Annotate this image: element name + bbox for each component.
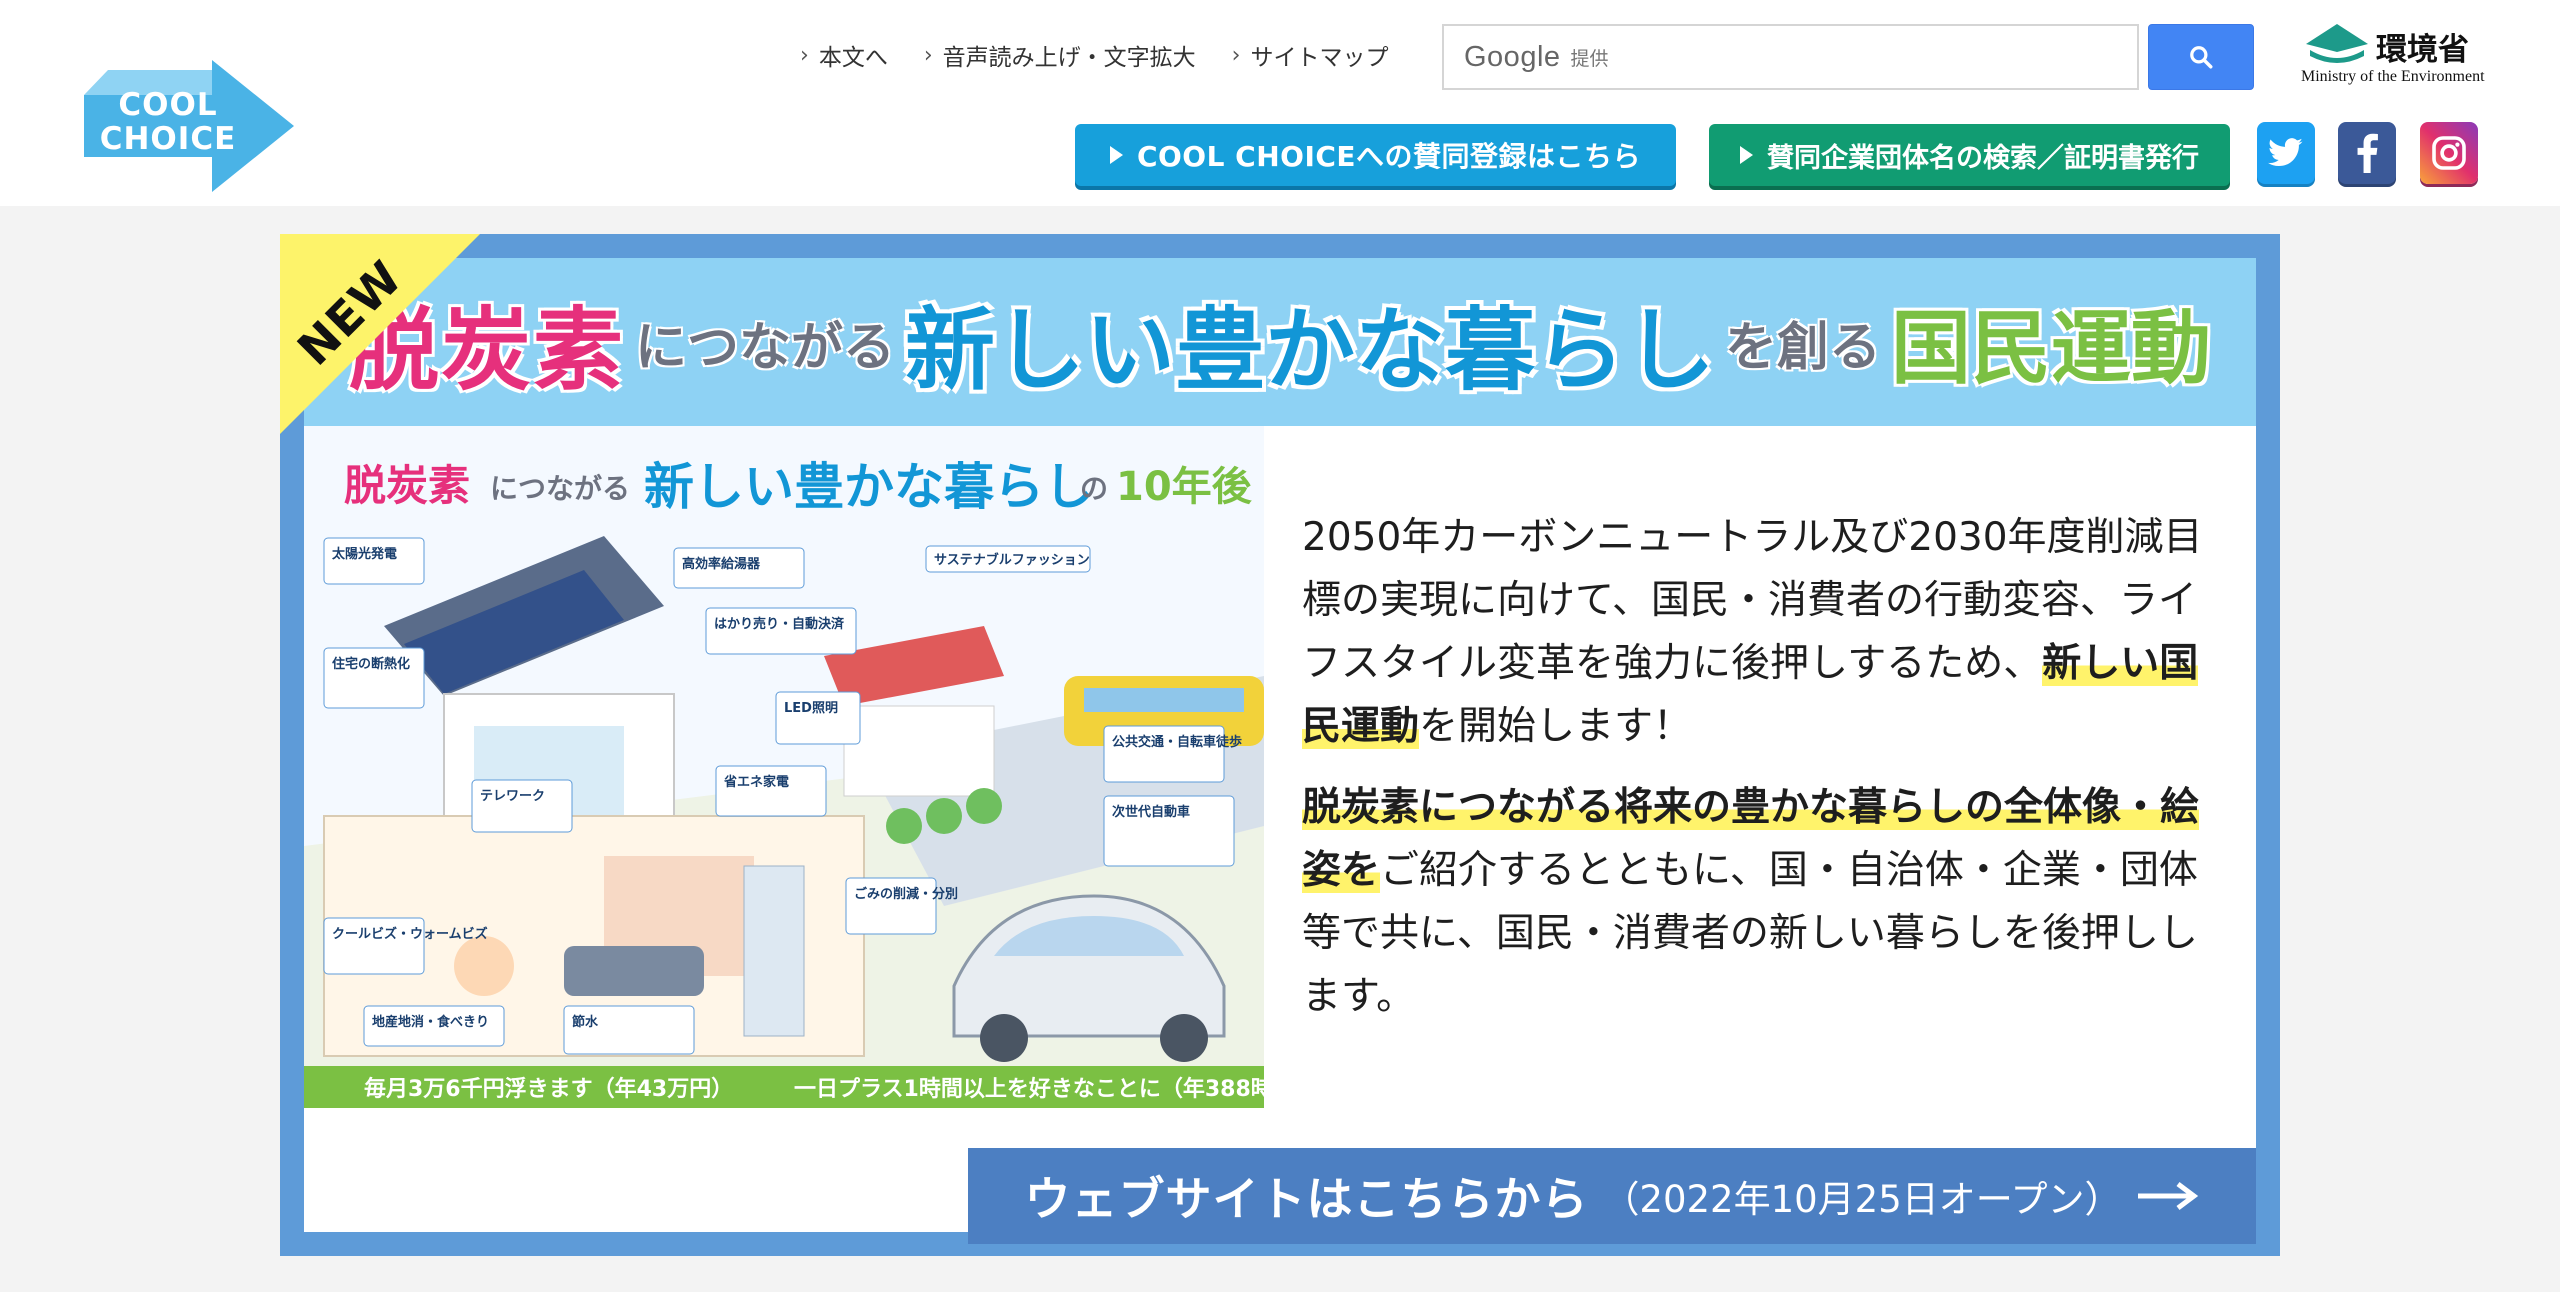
headline-part-connect: につながる	[634, 317, 895, 378]
illus-label: テレワーク	[480, 789, 545, 804]
illus-label: 高効率給湯器	[682, 556, 761, 572]
search-button[interactable]	[2148, 24, 2254, 90]
cool-choice-logo[interactable]: COOL CHOICE	[84, 60, 294, 192]
ministry-logo[interactable]: 環境省 Ministry of the Environment	[2300, 22, 2490, 88]
lifestyle-illustration-image: 脱炭素 につながる 新しい豊かな暮らし の 10年後 太陽光発電 住宅の断熱化 …	[304, 426, 1264, 1108]
campaign-description: 2050年カーボンニュートラル及び2030年度削減目標の実現に向けて、国民・消費…	[1302, 506, 2230, 1028]
chevron-right-icon: ›	[923, 42, 933, 68]
instagram-link[interactable]	[2420, 122, 2478, 184]
description-paragraph-1: 2050年カーボンニュートラル及び2030年度削減目標の実現に向けて、国民・消費…	[1302, 515, 2203, 749]
campaign-banner[interactable]: 脱炭素 につながる 新しい豊かな暮らし を創る 国民運動 脱炭素 につながる 新…	[280, 234, 2280, 1256]
illus-footer-savings: 毎月3万6千円浮きます（年43万円）	[364, 1076, 733, 1102]
future-lifestyle-illustration: 脱炭素 につながる 新しい豊かな暮らし の 10年後 太陽光発電 住宅の断熱化 …	[304, 426, 1264, 1108]
visit-website-button[interactable]: ウェブサイトはこちらから （2022年10月25日オープン）	[968, 1148, 2256, 1244]
provided-by-label: 提供	[1570, 47, 1609, 70]
facebook-icon	[2357, 133, 2378, 173]
util-link-label: 音声読み上げ・文字拡大	[942, 45, 1196, 71]
illus-title-new-life: 新しい豊かな暮らし	[644, 458, 1094, 516]
illus-label: LED照明	[784, 701, 838, 716]
ministry-emblem-icon	[2306, 24, 2368, 63]
illus-title-decarbon: 脱炭素	[344, 461, 470, 510]
logo-line-1: COOL	[118, 87, 218, 123]
illus-label: ごみの削減・分別	[854, 886, 958, 902]
illus-label: 省エネ家電	[723, 774, 789, 790]
illus-label: 次世代自動車	[1112, 804, 1190, 820]
ministry-english-name: Ministry of the Environment	[2301, 68, 2485, 85]
util-link-accessibility[interactable]: › 音声読み上げ・文字拡大	[924, 38, 1196, 72]
twitter-link[interactable]	[2257, 122, 2315, 184]
support-registration-button[interactable]: COOL CHOICEへの賛同登録はこちら	[1075, 124, 1676, 186]
illus-label: クールビズ・ウォームビズ	[332, 926, 488, 942]
util-link-sitemap[interactable]: › サイトマップ	[1232, 38, 1389, 72]
headline-part-new-life: 新しい豊かな暮らし	[905, 298, 1715, 403]
arrow-right-icon	[2137, 1182, 2198, 1210]
ministry-name: 環境省	[2376, 32, 2469, 68]
search-input[interactable]: Google 提供	[1442, 24, 2139, 90]
illus-title-10-years: 10年後	[1116, 464, 1253, 510]
illus-title-connect: につながる	[490, 472, 630, 505]
utility-nav: › 本文へ › 音声読み上げ・文字拡大 › サイトマップ	[800, 38, 1388, 72]
org-search-certificate-button[interactable]: 賛同企業団体名の検索／証明書発行	[1709, 124, 2230, 186]
util-link-main-content[interactable]: › 本文へ	[800, 38, 888, 72]
illus-footer-time: 一日プラス1時間以上を好きなことに（年388時間）	[794, 1076, 1264, 1102]
campaign-headline: 脱炭素 につながる 新しい豊かな暮らし を創る 国民運動	[304, 258, 2256, 426]
search-icon	[2190, 46, 2213, 69]
illus-label: 太陽光発電	[331, 546, 397, 562]
illus-label: はかり売り・自動決済	[714, 616, 845, 632]
illus-title-no: の	[1080, 472, 1108, 505]
description-paragraph-2: 脱炭素につながる将来の豊かな暮らしの全体像・絵姿をご紹介するとともに、国・自治体…	[1302, 785, 2200, 1019]
chevron-right-icon: ›	[1231, 42, 1241, 68]
cta-open-date: （2022年10月25日オープン）	[1602, 1178, 2122, 1221]
util-link-label: サイトマップ	[1250, 45, 1389, 71]
org-search-certificate-label: 賛同企業団体名の検索／証明書発行	[1767, 142, 2199, 174]
util-link-label: 本文へ	[818, 45, 888, 71]
cta-main-label: ウェブサイトはこちらから	[1024, 1172, 1589, 1226]
illus-label: 住宅の断熱化	[332, 656, 410, 672]
play-triangle-icon	[1740, 146, 1753, 164]
facebook-link[interactable]	[2338, 122, 2396, 184]
site-header: COOL CHOICE › 本文へ › 音声読み上げ・文字拡大 › サイトマップ…	[0, 0, 2560, 206]
headline-part-movement: 国民運動	[1891, 302, 2212, 395]
illus-label: 地産地消・食べきり	[372, 1014, 489, 1030]
play-triangle-icon	[1109, 146, 1123, 164]
google-brand-label: Google	[1464, 40, 1561, 73]
illus-label: 公共交通・自転車徒歩	[1112, 734, 1242, 750]
chevron-right-icon: ›	[800, 42, 809, 68]
instagram-icon	[2432, 136, 2466, 170]
headline-part-create: を創る	[1725, 317, 1882, 378]
illus-label: サステナブルファッション	[934, 552, 1090, 568]
support-registration-label: COOL CHOICEへの賛同登録はこちら	[1136, 140, 1642, 173]
logo-line-2: CHOICE	[99, 121, 237, 157]
twitter-icon	[2268, 138, 2303, 167]
illus-label: 節水	[572, 1014, 599, 1030]
